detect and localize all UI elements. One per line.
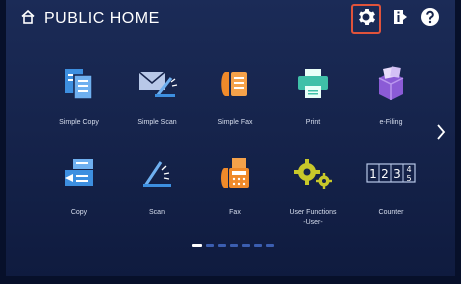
simple-copy-icon xyxy=(59,58,99,108)
page-dot[interactable] xyxy=(230,244,238,247)
tile-label: Simple Scan xyxy=(137,119,177,126)
tile-label: Simple Copy xyxy=(59,119,99,126)
tile-simple-scan[interactable]: Simple Scan xyxy=(118,58,196,148)
fax-icon xyxy=(215,148,255,198)
page-dot[interactable] xyxy=(206,244,214,247)
info-button[interactable] xyxy=(389,8,411,30)
tile-label: User Functions -User- xyxy=(289,209,337,226)
home-header: PUBLIC HOME xyxy=(20,9,160,29)
function-grid: Simple Copy Simple Scan Simple Fax Print… xyxy=(40,58,432,238)
tile-scan[interactable]: Scan xyxy=(118,148,196,238)
print-icon xyxy=(293,58,333,108)
tile-fax[interactable]: Fax xyxy=(196,148,274,238)
settings-button[interactable] xyxy=(351,4,381,34)
simple-scan-icon xyxy=(135,58,179,108)
tile-counter[interactable]: 1 2 3 4 5 Counter xyxy=(352,148,430,238)
top-bar: PUBLIC HOME xyxy=(12,0,449,38)
info-icon xyxy=(391,8,409,30)
tile-label: Fax xyxy=(229,209,241,216)
settings-icon xyxy=(356,7,376,31)
counter-digit: 5 xyxy=(406,174,411,183)
page-dot[interactable] xyxy=(266,244,274,247)
page-dot[interactable] xyxy=(218,244,226,247)
tile-copy[interactable]: Copy xyxy=(40,148,118,238)
tile-simple-fax[interactable]: Simple Fax xyxy=(196,58,274,148)
tile-label: Copy xyxy=(70,209,88,216)
tile-label: Scan xyxy=(149,209,165,216)
home-panel: PUBLIC HOME Simple Copy Simple Scan Simp… xyxy=(0,0,461,284)
counter-digit: 4 xyxy=(406,165,411,174)
simple-fax-icon xyxy=(215,58,255,108)
tile-label: e-Filing xyxy=(379,119,403,126)
help-button[interactable] xyxy=(419,8,441,30)
tile-user-functions[interactable]: User Functions -User- xyxy=(274,148,352,238)
help-icon xyxy=(420,7,440,31)
page-dot[interactable] xyxy=(192,244,202,247)
tile-print[interactable]: Print xyxy=(274,58,352,148)
tile-label: Simple Fax xyxy=(217,119,253,126)
tile-e-filing[interactable]: e-Filing xyxy=(352,58,430,148)
home-icon[interactable] xyxy=(20,9,36,29)
tile-label: Counter xyxy=(378,209,404,216)
chevron-right-icon xyxy=(436,123,446,145)
e-filing-icon xyxy=(371,58,411,108)
counter-digit: 1 xyxy=(369,167,377,181)
next-page-button[interactable] xyxy=(435,124,447,144)
tile-label: Print xyxy=(305,119,321,126)
scan-icon xyxy=(137,148,177,198)
page-dot[interactable] xyxy=(254,244,262,247)
page-dot[interactable] xyxy=(242,244,250,247)
page-title: PUBLIC HOME xyxy=(44,10,160,27)
counter-icon: 1 2 3 4 5 xyxy=(365,148,417,198)
counter-digit: 2 xyxy=(381,167,389,181)
page-indicator xyxy=(192,244,274,247)
copy-icon xyxy=(59,148,99,198)
top-actions xyxy=(351,4,441,34)
user-functions-icon xyxy=(291,148,335,198)
counter-digit: 3 xyxy=(393,167,401,181)
tile-simple-copy[interactable]: Simple Copy xyxy=(40,58,118,148)
